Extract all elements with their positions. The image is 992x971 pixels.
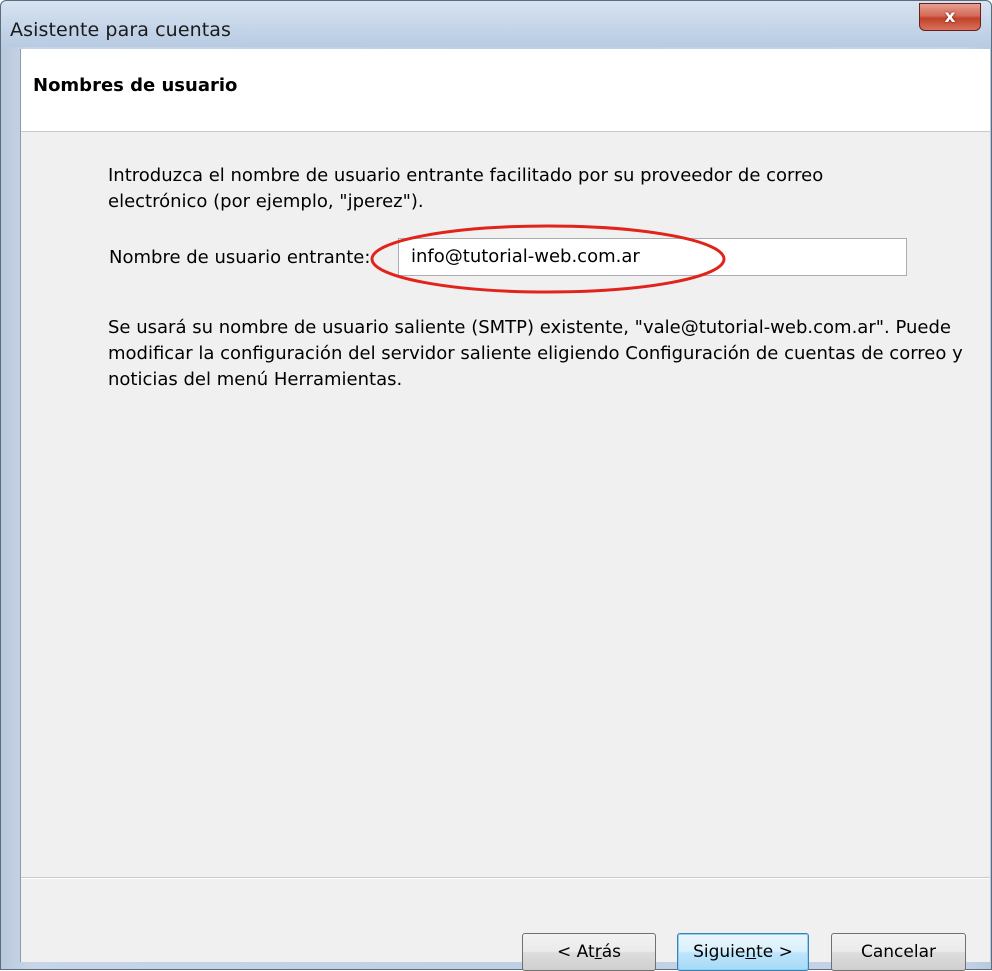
back-button[interactable]: < Atrás [522,933,656,971]
wizard-header: Nombres de usuario [21,49,990,132]
smtp-note-text: Se usará su nombre de usuario saliente (… [108,317,963,390]
title-bar[interactable]: Asistente para cuentas x [1,1,991,47]
next-button[interactable]: Siguiente > [677,933,809,971]
page-title: Nombres de usuario [33,75,238,96]
incoming-username-label: Nombre de usuario entrante: [109,247,371,268]
intro-text: Introduzca el nombre de usuario entrante… [108,165,824,212]
account-wizard-window: Asistente para cuentas x Nombres de usua… [0,0,992,971]
window-title: Asistente para cuentas [10,19,232,41]
cancel-button[interactable]: Cancelar [831,933,966,971]
wizard-client-area: Nombres de usuario Introduzca el nombre … [20,49,990,971]
close-button[interactable]: x [919,3,981,31]
footer-separator [21,877,990,879]
incoming-username-input[interactable]: info@tutorial-web.com.ar [398,238,907,276]
close-icon: x [944,7,956,27]
